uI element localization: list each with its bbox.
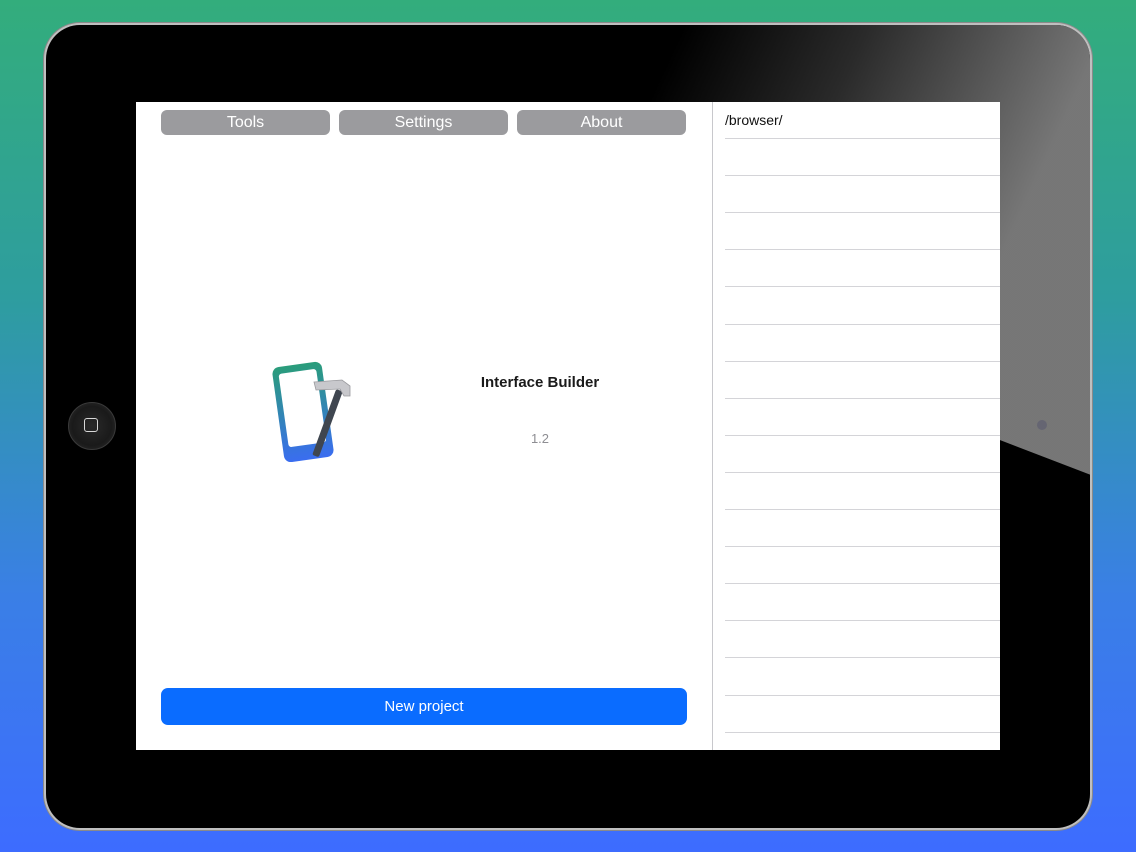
list-item[interactable] [725,583,1000,585]
list-item[interactable] [725,657,1000,659]
list-item[interactable] [725,620,1000,622]
browser-pane: /browser/ [713,102,1000,750]
list-item[interactable] [725,249,1000,251]
browser-path: /browser/ [725,112,783,128]
home-square-icon [84,418,98,432]
about-pane: Tools Settings About Interface Builder 1… [136,102,712,750]
camera-dot [1037,420,1047,430]
list-item[interactable] [725,509,1000,510]
app-screen: Tools Settings About Interface Builder 1… [136,102,1000,750]
phone-hammer-icon [272,361,351,462]
list-item[interactable] [725,471,1000,473]
list-item[interactable] [725,434,1000,436]
app-version: 1.2 [530,431,550,446]
tab-settings[interactable]: Settings [339,110,508,135]
list-item[interactable] [725,694,1000,696]
app-name: Interface Builder [480,374,600,391]
list-item[interactable] [725,138,1000,139]
list-item[interactable] [725,175,1000,177]
home-button[interactable] [68,402,116,450]
list-item[interactable] [725,286,1000,288]
list-item[interactable] [725,546,1000,548]
list-item[interactable] [725,212,1000,214]
list-item[interactable] [725,731,1000,733]
tab-tools[interactable]: Tools [161,110,330,135]
list-item[interactable] [725,360,1000,362]
list-item[interactable] [725,397,1000,399]
tab-about[interactable]: About [517,110,686,135]
list-item[interactable] [725,323,1000,325]
new-project-button[interactable]: New project [161,688,687,725]
